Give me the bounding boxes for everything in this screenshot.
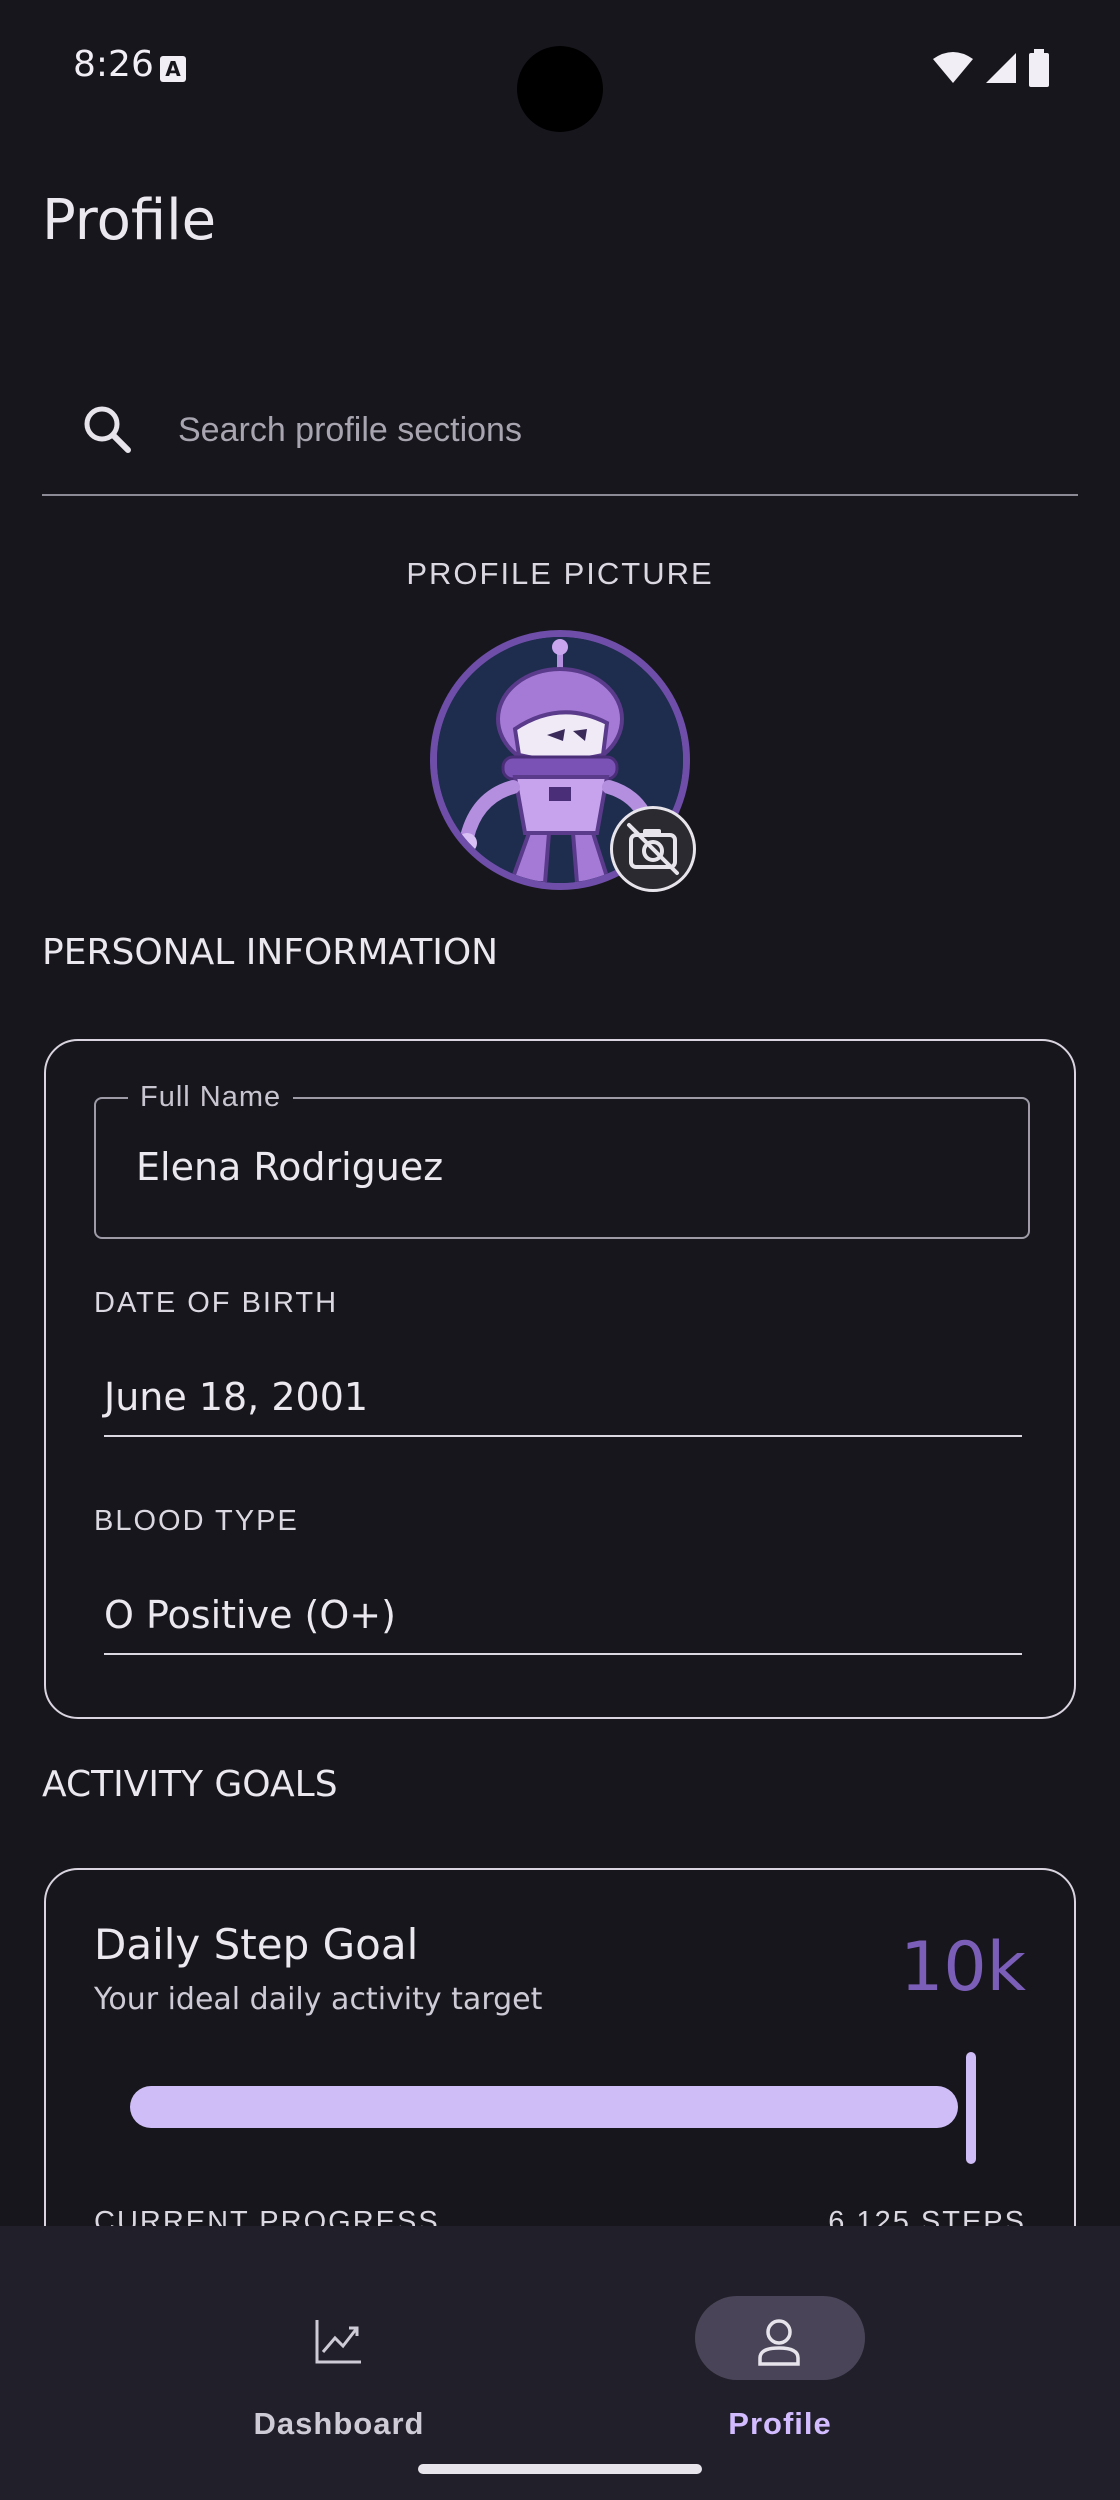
- step-goal-slider-thumb[interactable]: [966, 2052, 976, 2164]
- date-of-birth-value[interactable]: June 18, 2001: [104, 1375, 368, 1419]
- home-indicator[interactable]: [418, 2464, 702, 2474]
- camera-badge[interactable]: [610, 806, 696, 892]
- profile-picture-label: PROFILE PICTURE: [406, 556, 714, 591]
- no-camera-icon: [627, 823, 679, 875]
- page-title: Profile: [42, 188, 217, 253]
- person-icon: [758, 2319, 800, 2366]
- nav-label-profile: Profile: [728, 2406, 832, 2441]
- nav-item-profile[interactable]: Profile: [615, 2262, 915, 2441]
- full-name-value[interactable]: Elena Rodriguez: [136, 1145, 443, 1189]
- personal-info-card: Full Name Elena Rodriguez DATE OF BIRTH …: [44, 1039, 1076, 1719]
- date-of-birth-field[interactable]: June 18, 2001: [104, 1361, 1022, 1437]
- goal-subtitle: Your ideal daily activity target: [94, 1982, 543, 2017]
- bottom-navigation: Dashboard Profile: [0, 2226, 1120, 2500]
- nav-label-dashboard: Dashboard: [253, 2406, 425, 2441]
- search-icon: [84, 406, 131, 453]
- section-heading-activity: ACTIVITY GOALS: [42, 1764, 338, 1805]
- blood-type-value[interactable]: O Positive (O+): [104, 1593, 396, 1637]
- blood-type-field[interactable]: O Positive (O+): [104, 1579, 1022, 1655]
- profile-picture[interactable]: [430, 630, 696, 892]
- search-input[interactable]: [178, 402, 1038, 458]
- full-name-field[interactable]: Full Name Elena Rodriguez: [94, 1081, 1030, 1239]
- search-bar[interactable]: [42, 370, 1078, 496]
- chart-icon: [315, 2320, 361, 2364]
- section-heading-personal: PERSONAL INFORMATION: [42, 932, 499, 973]
- status-bar: 8:26 A: [0, 0, 1120, 135]
- notification-icon: A: [160, 56, 186, 82]
- status-icons: [932, 48, 1050, 88]
- cell-signal-icon: [986, 53, 1016, 83]
- status-time: 8:26: [73, 44, 154, 85]
- camera-cutout: [517, 46, 603, 132]
- full-name-label: Full Name: [128, 1081, 294, 1114]
- goal-value: 10k: [900, 1928, 1026, 2007]
- step-goal-slider-track[interactable]: [130, 2086, 958, 2128]
- wifi-icon: [933, 52, 973, 83]
- date-of-birth-label: DATE OF BIRTH: [94, 1287, 339, 1319]
- goal-title: Daily Step Goal: [94, 1920, 419, 1969]
- blood-type-label: BLOOD TYPE: [94, 1505, 299, 1537]
- battery-icon: [1029, 49, 1049, 87]
- nav-item-dashboard[interactable]: Dashboard: [174, 2262, 474, 2441]
